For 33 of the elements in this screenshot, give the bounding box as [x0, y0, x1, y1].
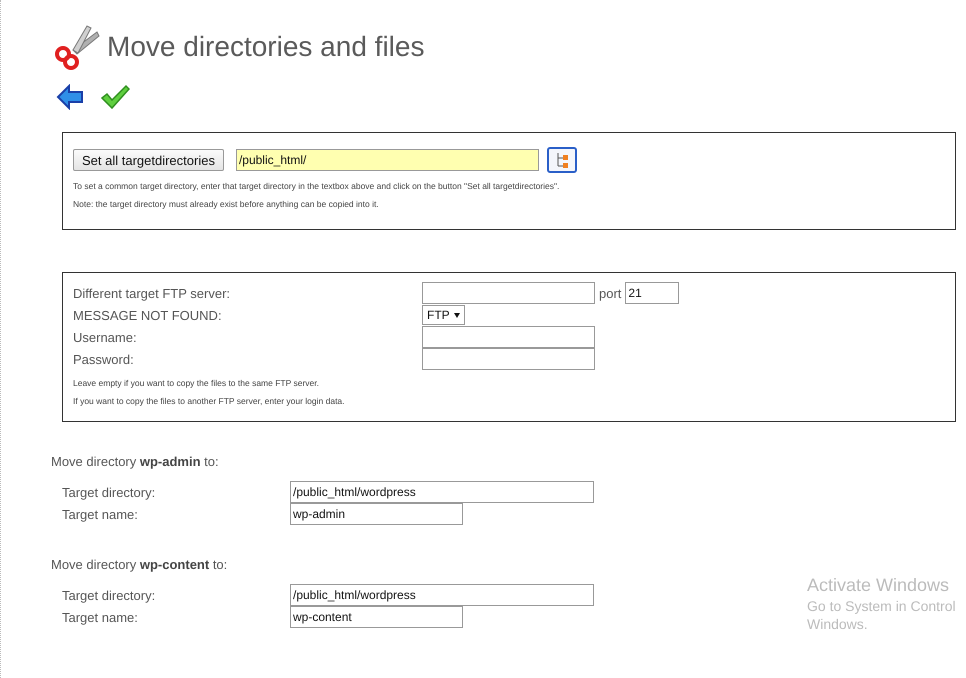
activation-text: Windows.: [807, 616, 869, 632]
activation-title: Activate Windows: [807, 575, 950, 596]
help-text: Leave empty if you want to copy the files to the same FTP server.: [73, 378, 320, 388]
target-name-field[interactable]: wp-content: [290, 606, 463, 628]
port-label: port: [599, 286, 622, 300]
field-label: Different target FTP server:: [73, 286, 232, 300]
section-heading: Move directory wp-admin to:: [51, 454, 220, 469]
back-arrow-icon[interactable]: [56, 84, 84, 110]
port-field[interactable]: 21: [625, 282, 680, 304]
target-directory-field[interactable]: /public_html/wordpress: [290, 584, 594, 606]
field-label: Username:: [73, 330, 138, 344]
activation-text: Go to System in Control: [807, 598, 956, 614]
field-label: Password:: [73, 352, 135, 366]
field-label: Target directory:: [62, 588, 156, 602]
text-field[interactable]: [422, 326, 595, 348]
section-heading: Move directory wp-content to:: [51, 557, 228, 572]
field-label: Target name:: [62, 610, 139, 624]
text-field[interactable]: [422, 282, 595, 304]
password-field[interactable]: [422, 348, 595, 370]
field-label: MESSAGE NOT FOUND:: [73, 308, 223, 322]
target-directory-field[interactable]: /public_html/wordpress: [290, 481, 594, 503]
checkmark-icon[interactable]: [100, 84, 130, 110]
directory-tree-icon[interactable]: [546, 147, 577, 173]
help-text: Note: the target directory must already exist before anything can be copied into it.: [73, 199, 380, 209]
page-title: Move directories and files: [107, 31, 424, 63]
set-all-button[interactable]: Set all targetdirectories: [73, 149, 224, 171]
target-name-field[interactable]: wp-admin: [290, 503, 463, 525]
field-label: Target name:: [62, 506, 139, 522]
help-text: To set a common target directory, enter that target directory in the textbox above and click on the button "Set all targetdirectories".: [73, 181, 560, 191]
protocol-dropdown[interactable]: FTP: [422, 305, 465, 325]
target-directory-field[interactable]: /public_html/: [236, 149, 539, 171]
help-text: If you want to copy the files to another FTP server, enter your login data.: [73, 396, 346, 406]
field-label: Target directory:: [62, 484, 156, 500]
